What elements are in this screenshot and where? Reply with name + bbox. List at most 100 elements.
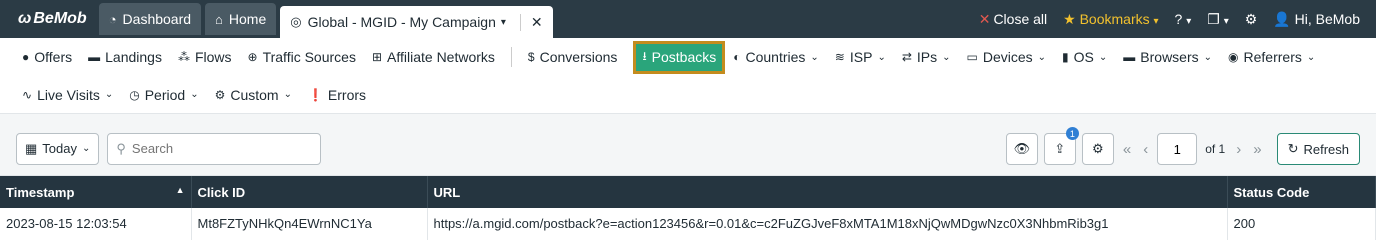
tab-dashboard[interactable]: ◔ Dashboard bbox=[98, 3, 202, 35]
next-page-icon[interactable]: › bbox=[1233, 141, 1244, 158]
sort-asc-icon: ▲ bbox=[175, 184, 185, 195]
column-header-timestamp[interactable]: Timestamp ▲ bbox=[0, 176, 192, 208]
nav-os[interactable]: ▮ OS ⌄ bbox=[1062, 49, 1107, 65]
spacer bbox=[0, 114, 1376, 122]
cell-click-id: Mt8FZTyNHkQn4EWrnNC1Ya bbox=[191, 208, 428, 240]
star-icon: ★ bbox=[1063, 10, 1076, 27]
nav-conversions[interactable]: $ Conversions bbox=[528, 49, 618, 65]
wifi-icon: ≋ bbox=[834, 50, 845, 64]
nav-affiliate-networks[interactable]: ⊞ Affiliate Networks bbox=[372, 49, 495, 65]
nav-flows[interactable]: ⁂ Flows bbox=[178, 49, 232, 65]
windows-icon: ❐ bbox=[1207, 10, 1220, 27]
chevron-down-icon[interactable]: ▾ bbox=[501, 17, 506, 28]
nav-isp[interactable]: ≋ ISP ⌄ bbox=[835, 49, 886, 65]
globe-icon: ◎ bbox=[290, 14, 302, 29]
nav-postbacks[interactable]: ⭳ Postbacks bbox=[633, 40, 726, 74]
nav-landings[interactable]: ▬ Landings bbox=[88, 49, 162, 65]
divider bbox=[510, 47, 512, 67]
laptop-icon: ▭ bbox=[966, 50, 978, 64]
eye-icon: 👁 bbox=[1013, 141, 1031, 156]
column-header-click-id[interactable]: Click ID bbox=[191, 176, 428, 208]
settings-button[interactable]: ⚙ bbox=[1245, 11, 1258, 28]
refresh-button[interactable]: ↻ Refresh bbox=[1276, 133, 1360, 165]
nav-browsers[interactable]: ▬ Browsers ⌄ bbox=[1123, 49, 1212, 65]
top-bar: ω BeMob ◔ Dashboard ⌂ Home ◎ Global - MGID -… bbox=[0, 0, 1376, 38]
nav-ips[interactable]: ⇄ IPs ⌄ bbox=[902, 49, 951, 65]
cell-status-code: 200 bbox=[1227, 208, 1376, 240]
cell-timestamp: 2023-08-15 12:03:54 bbox=[0, 208, 192, 240]
report-nav-row-2: ∿ Live Visits ⌄ ◷ Period ⌄ ⚙ Custom ⌄ ❗ Errors bbox=[0, 76, 1376, 114]
bookmarks-button[interactable]: ★ Bookmarks ▾ bbox=[1063, 11, 1158, 28]
first-page-icon[interactable]: « bbox=[1120, 141, 1134, 158]
chevron-down-icon: ▾ bbox=[1223, 15, 1229, 27]
clock-icon: ◷ bbox=[129, 87, 140, 102]
mobile-icon: ▮ bbox=[1062, 50, 1069, 64]
window-icon: ▬ bbox=[88, 50, 101, 64]
close-icon[interactable]: ✕ bbox=[519, 13, 543, 31]
chevron-down-icon: ⌄ bbox=[190, 89, 199, 100]
table-header-row: Timestamp ▲ Click ID URL Status Code bbox=[0, 176, 1376, 208]
dollar-icon: $ bbox=[527, 50, 535, 64]
globe-icon: ⊕ bbox=[247, 50, 258, 64]
user-menu[interactable]: 👤 Hi, BeMob bbox=[1273, 11, 1360, 28]
nav-errors[interactable]: ❗ Errors bbox=[308, 87, 366, 103]
toolbar: ▦Today⌄ ⚲ 👁 ⇪1 ⚙ « ‹ of 1 › » ↻Refresh bbox=[0, 122, 1376, 176]
search-input[interactable] bbox=[131, 141, 302, 156]
prev-page-icon[interactable]: ‹ bbox=[1140, 141, 1151, 158]
export-button[interactable]: ⇪ 1 bbox=[1043, 127, 1079, 165]
chevron-down-icon: ⌄ bbox=[1306, 51, 1316, 63]
columns-visibility-button[interactable]: 👁 bbox=[1005, 133, 1038, 165]
chevron-down-icon: ⌄ bbox=[1203, 51, 1213, 63]
chevron-down-icon: ⌄ bbox=[104, 89, 114, 100]
sitemap-icon: ⁂ bbox=[177, 50, 190, 64]
logo[interactable]: ω BeMob bbox=[18, 0, 87, 38]
tab-home[interactable]: ⌂ Home bbox=[205, 3, 277, 35]
last-page-icon[interactable]: » bbox=[1250, 141, 1264, 158]
search-field[interactable]: ⚲ bbox=[107, 132, 322, 165]
tab-campaign[interactable]: ◎ Global - MGID - My Campaign ▾ ✕ bbox=[280, 6, 553, 38]
page-count: of 1 bbox=[1205, 142, 1226, 156]
cogs-icon: ⚙ bbox=[214, 87, 226, 102]
alert-icon: ❗ bbox=[307, 87, 323, 102]
column-header-url[interactable]: URL bbox=[427, 176, 1228, 208]
home-icon: ⌂ bbox=[215, 11, 223, 27]
postbacks-table: Timestamp ▲ Click ID URL Status Code 2023… bbox=[0, 176, 1376, 240]
chevron-down-icon: ⌄ bbox=[1098, 51, 1108, 63]
nav-countries[interactable]: ◐ Countries ⌄ bbox=[733, 49, 819, 65]
nav-offers[interactable]: ● Offers bbox=[22, 49, 72, 65]
close-all-button[interactable]: ✕ Close all bbox=[979, 11, 1047, 28]
nav-period[interactable]: ◷ Period ⌄ bbox=[129, 87, 198, 103]
chevron-down-icon: ⌄ bbox=[82, 143, 91, 154]
browser-icon: ▬ bbox=[1123, 50, 1136, 64]
column-header-status-code[interactable]: Status Code bbox=[1227, 176, 1376, 208]
date-range-select[interactable]: ▦ Today ⌄ bbox=[16, 132, 100, 165]
nav-live-visits[interactable]: ∿ Live Visits ⌄ bbox=[22, 87, 113, 103]
chevron-down-icon: ⌄ bbox=[942, 51, 951, 63]
refresh-icon: ↻ bbox=[1287, 141, 1299, 156]
compass-icon: ◉ bbox=[1228, 50, 1239, 64]
table-settings-button[interactable]: ⚙ bbox=[1081, 133, 1114, 165]
nav-traffic-sources[interactable]: ⊕ Traffic Sources bbox=[248, 49, 356, 65]
cell-url: https://a.mgid.com/postback?e=action1234… bbox=[427, 208, 1228, 240]
nav-referrers[interactable]: ◉ Referrers ⌄ bbox=[1228, 49, 1315, 65]
windows-button[interactable]: ❐ ▾ bbox=[1207, 11, 1228, 28]
help-button[interactable]: ? ▾ bbox=[1175, 11, 1192, 27]
network-icon: ⊞ bbox=[371, 50, 383, 64]
gear-icon: ⚙ bbox=[1244, 10, 1258, 27]
pulse-icon: ∿ bbox=[22, 87, 33, 102]
table-row[interactable]: 2023-08-15 12:03:54 Mt8FZTyNHkQn4EWrnNC1… bbox=[0, 208, 1376, 240]
search-icon: ⚲ bbox=[116, 140, 126, 156]
report-nav-row-1: ● Offers ▬ Landings ⁂ Flows ⊕ Traffic Source… bbox=[0, 38, 1376, 76]
share-icon: ⇪ bbox=[1054, 141, 1066, 156]
logo-icon: ω bbox=[18, 10, 32, 27]
gear-icon: ⚙ bbox=[1092, 141, 1104, 156]
chevron-down-icon: ⌄ bbox=[810, 51, 819, 63]
notification-badge: 1 bbox=[1065, 127, 1079, 140]
nav-custom[interactable]: ⚙ Custom ⌄ bbox=[215, 87, 292, 103]
dollar-circle-icon: ● bbox=[22, 50, 30, 64]
calendar-icon: ▦ bbox=[25, 140, 38, 156]
page-number-input[interactable] bbox=[1157, 133, 1198, 165]
chevron-down-icon: ⌄ bbox=[877, 51, 886, 63]
nav-devices[interactable]: ▭ Devices ⌄ bbox=[967, 49, 1047, 65]
help-icon: ? bbox=[1174, 11, 1183, 27]
